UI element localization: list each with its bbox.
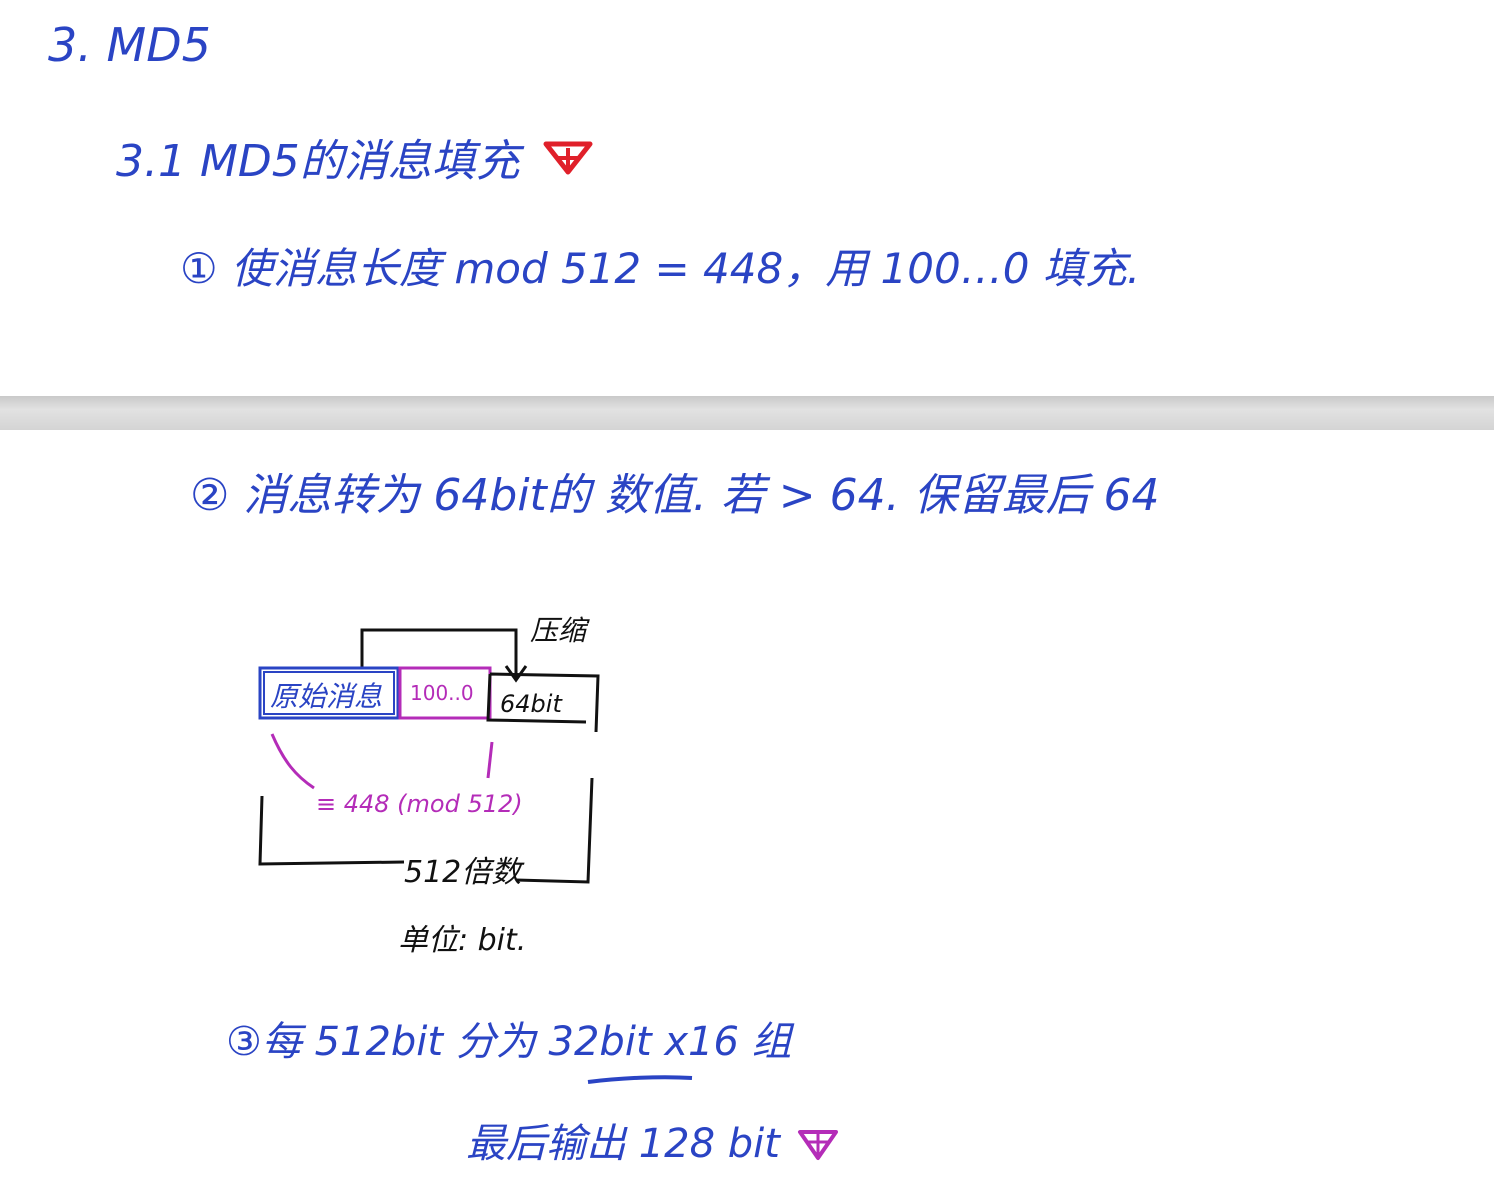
length-label: 64bit <box>500 690 563 718</box>
note-page-top: 3. MD5 3.1 MD5的消息填充 ① 使消息长度 mod 512 = 44… <box>0 0 1494 396</box>
emphasis-underline <box>587 1075 693 1084</box>
subsection-heading: 3.1 MD5的消息填充 <box>116 136 520 187</box>
original-message-label: 原始消息 <box>270 680 382 713</box>
result-text: 最后输出 128 bit <box>466 1121 780 1167</box>
congruence-bracket <box>270 733 315 790</box>
step-3-emphasis: x16 组 <box>664 1019 792 1065</box>
compress-arrow <box>360 628 518 678</box>
step-3-prefix: ③每 512bit 分为 32bit <box>226 1019 665 1065</box>
red-star-icon <box>543 141 593 175</box>
page-separator <box>0 396 1494 430</box>
multiple-label: 512倍数 <box>404 855 525 890</box>
step-3-text: ③每 512bit 分为 32bit x16 组 <box>226 1022 792 1062</box>
step-1-text: ① 使消息长度 mod 512 = 448，用 100…0 填充. <box>180 244 1141 293</box>
section-heading: 3. MD5 <box>48 18 211 72</box>
padding-diagram: 原始消息 100..0 64bit 压缩 ≡ 448 (mod 512) 512… <box>258 614 838 1160</box>
unit-label: 单位: bit. <box>398 923 526 958</box>
congruence-label: ≡ 448 (mod 512) <box>316 790 523 818</box>
padding-label: 100..0 <box>410 681 474 705</box>
compress-label: 压缩 <box>530 614 590 647</box>
note-page-bottom: ② 消息转为 64bit的 数值. 若 > 64. 保留最后 64 原始消息 1… <box>0 430 1494 1191</box>
